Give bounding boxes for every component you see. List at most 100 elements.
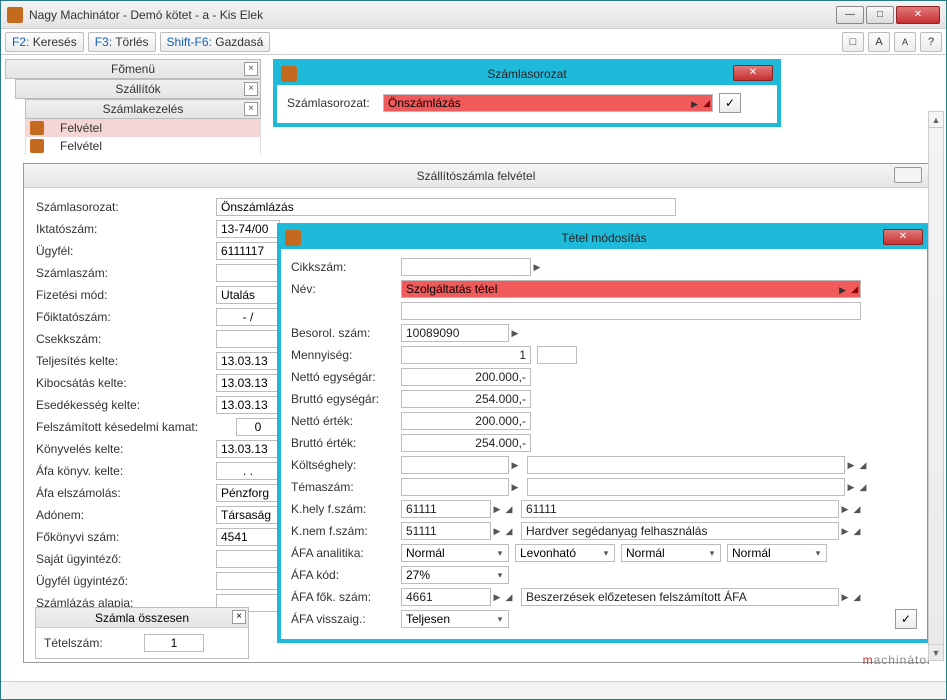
close-button[interactable]: ✕	[896, 6, 940, 24]
dropdown-triangle-icon: ◢	[503, 526, 515, 537]
scroll-down-icon[interactable]: ▼	[929, 644, 943, 660]
play-icon: ▶	[845, 460, 857, 471]
val-kibocsatas[interactable]: 13.03.13	[216, 374, 280, 392]
toolbar-gazdasa[interactable]: Shift-F6: Gazdasá	[160, 32, 271, 52]
play-icon: ▶	[531, 262, 543, 273]
toolbar-delete[interactable]: F3: Törlés	[88, 32, 156, 52]
sel-afa-analitika-1[interactable]: Normál▾	[401, 544, 509, 562]
val-sajat[interactable]	[216, 550, 280, 568]
inp-temaszam-desc[interactable]	[527, 478, 845, 496]
val-foiktato[interactable]: - /	[216, 308, 280, 326]
dropdown-triangle-icon: ◢	[857, 482, 869, 493]
val-afakonyv[interactable]: . .	[216, 462, 280, 480]
serial-value-input[interactable]: Önszámlázás ▶ ◢	[383, 94, 713, 112]
sel-afa-visszaig[interactable]: Teljesen▾	[401, 610, 509, 628]
toolbar-layout-icon[interactable]: □	[842, 32, 864, 52]
inp-cikkszam[interactable]	[401, 258, 531, 276]
minimize-button[interactable]: —	[836, 6, 864, 24]
titlebar: Nagy Machinátor - Demó kötet - a - Kis E…	[1, 1, 946, 29]
app-icon	[7, 7, 23, 23]
play-icon: ▶	[839, 526, 851, 537]
dropdown-triangle-icon: ◢	[503, 592, 515, 603]
val-adonem[interactable]: Társaság	[216, 506, 280, 524]
play-icon: ▶	[839, 592, 851, 603]
lbl-fizmod: Fizetési mód:	[36, 288, 216, 302]
panel-szamlakezeles[interactable]: Számlakezelés ×	[25, 99, 261, 119]
main-scrollbar[interactable]: ▲ ▼	[928, 111, 944, 661]
menu-item-felvetel-label: Felvétel	[60, 121, 102, 135]
lbl-ugyfel-ugy: Ügyfél ügyintéző:	[36, 574, 216, 588]
toolbar-font-small-icon[interactable]: A	[894, 32, 916, 52]
serial-confirm-button[interactable]: ✓	[719, 93, 741, 113]
inp-brutto-egysegar[interactable]: 254.000,-	[401, 390, 531, 408]
inp-koltseghely-desc[interactable]	[527, 456, 845, 474]
inp-nev[interactable]: Szolgáltatás tétel ▶ ◢	[401, 280, 861, 298]
panel-szallitok[interactable]: Szállítók ×	[15, 79, 261, 99]
val-teljesites[interactable]: 13.03.13	[216, 352, 280, 370]
val-esedekesseg[interactable]: 13.03.13	[216, 396, 280, 414]
val-konyveles[interactable]: 13.03.13	[216, 440, 280, 458]
val-csekkszam[interactable]	[216, 330, 280, 348]
lbl-afaelsz: Áfa elszámolás:	[36, 486, 216, 500]
val-fizmod[interactable]: Utalás	[216, 286, 280, 304]
lbl-szamlaszam: Számlaszám:	[36, 266, 216, 280]
val-fokonyvi[interactable]: 4541	[216, 528, 280, 546]
supplier-invoice-close-button[interactable]	[894, 167, 922, 183]
inp-netto-egysegar[interactable]: 200.000,-	[401, 368, 531, 386]
serial-modal-close-button[interactable]: ✕	[733, 65, 773, 81]
inp-afa-fok[interactable]: 4661	[401, 588, 491, 606]
play-icon: ▶	[491, 526, 503, 537]
scroll-up-icon[interactable]: ▲	[929, 112, 943, 128]
lbl-afa-fok: ÁFA fők. szám:	[291, 590, 401, 604]
invoice-total-close-icon[interactable]: ×	[232, 610, 246, 624]
inp-mennyiseg[interactable]: 1	[401, 346, 531, 364]
lbl-nev: Név:	[291, 282, 401, 296]
val-iktatoszam[interactable]: 13-74/00	[216, 220, 280, 238]
panel-szallitok-close-icon[interactable]: ×	[244, 82, 258, 96]
dropdown-triangle-icon: ◢	[503, 504, 515, 515]
sel-afa-analitika-2[interactable]: Levonható▾	[515, 544, 615, 562]
inp-knem-desc[interactable]: Hardver segédanyag felhasználás	[521, 522, 839, 540]
inp-khely-desc[interactable]: 61111	[521, 500, 839, 518]
maximize-button[interactable]: □	[866, 6, 894, 24]
panel-fomenu-close-icon[interactable]: ×	[244, 62, 258, 76]
inp-brutto-ertek[interactable]: 254.000,-	[401, 434, 531, 452]
inp-nev-extra[interactable]	[401, 302, 861, 320]
inp-afa-fok-desc[interactable]: Beszerzések előzetesen felszámított ÁFA	[521, 588, 839, 606]
menu-item-felvetel[interactable]: Felvétel	[25, 137, 261, 155]
sel-afa-analitika-4[interactable]: Normál▾	[727, 544, 827, 562]
panel-szamlakezeles-close-icon[interactable]: ×	[244, 102, 258, 116]
panel-szallitok-label: Szállítók	[115, 82, 160, 96]
inp-temaszam[interactable]	[401, 478, 509, 496]
val-szamlasorozat[interactable]: Önszámlázás	[216, 198, 676, 216]
client-area: Fõmenü × Szállítók × Számlakezelés × Fel…	[1, 55, 946, 681]
val-szamlaszam[interactable]	[216, 264, 280, 282]
play-icon: ▶	[491, 504, 503, 515]
lbl-netto-ertek: Nettó érték:	[291, 414, 401, 428]
inp-besorol[interactable]: 10089090	[401, 324, 509, 342]
item-edit-close-button[interactable]: ✕	[883, 229, 923, 245]
toolbar-help-icon[interactable]: ?	[920, 32, 942, 52]
val-ugyfel[interactable]: 6111117	[216, 242, 280, 260]
inp-mennyiseg-unit[interactable]	[537, 346, 577, 364]
inp-netto-ertek[interactable]: 200.000,-	[401, 412, 531, 430]
sel-afa-kod[interactable]: 27%▾	[401, 566, 509, 584]
item-confirm-button[interactable]: ✓	[895, 609, 917, 629]
play-icon: ▶	[491, 592, 503, 603]
item-edit-icon	[285, 230, 301, 246]
val-ugyfel-ugy[interactable]	[216, 572, 280, 590]
toolbar-font-large-icon[interactable]: A	[868, 32, 890, 52]
toolbar-search[interactable]: F2: Keresés	[5, 32, 84, 52]
val-kesedelmi[interactable]: 0	[236, 418, 280, 436]
val-afaelsz[interactable]: Pénzforg	[216, 484, 280, 502]
menu-item-felvetel-selected[interactable]: Felvétel	[25, 119, 261, 137]
lbl-csekkszam: Csekkszám:	[36, 332, 216, 346]
chevron-down-icon: ▾	[494, 548, 506, 559]
menu-item-icon	[30, 139, 44, 153]
inp-knem[interactable]: 51111	[401, 522, 491, 540]
inp-koltseghely[interactable]	[401, 456, 509, 474]
panel-fomenu[interactable]: Fõmenü ×	[5, 59, 261, 79]
sel-afa-analitika-3[interactable]: Normál▾	[621, 544, 721, 562]
inp-khely[interactable]: 61111	[401, 500, 491, 518]
lbl-tetelszam: Tételszám:	[44, 636, 144, 650]
